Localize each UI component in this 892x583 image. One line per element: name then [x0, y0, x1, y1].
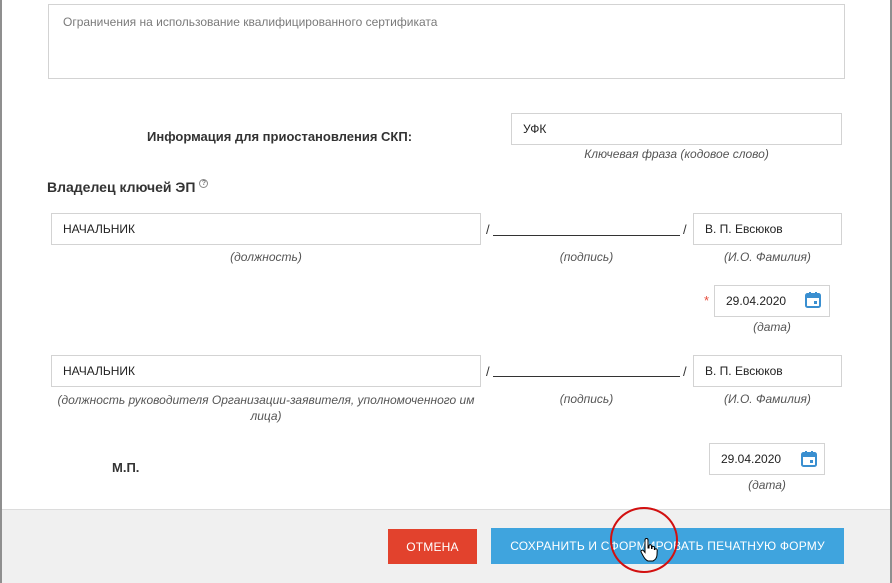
restrictions-placeholder: Ограничения на использование квалифициро… — [63, 15, 438, 29]
window-border-left — [0, 0, 2, 583]
owner-position-input[interactable]: НАЧАЛЬНИК — [51, 213, 481, 245]
keyword-phrase-input[interactable]: УФК — [511, 113, 842, 145]
owner-slash-right: / — [683, 222, 687, 237]
owner-signature-caption: (подпись) — [559, 250, 614, 264]
head-slash-right: / — [683, 364, 687, 379]
head-name-input[interactable]: В. П. Евсюков — [693, 355, 842, 387]
owner-signature-line — [493, 235, 680, 236]
key-owner-heading: Владелец ключей ЭП? — [47, 179, 209, 195]
restrictions-textarea[interactable]: Ограничения на использование квалифициро… — [48, 4, 845, 79]
owner-name-value: В. П. Евсюков — [705, 222, 783, 236]
head-position-caption: (должность руководителя Организации-заяв… — [57, 393, 475, 423]
owner-date-value: 29.04.2020 — [726, 294, 787, 308]
head-signature-line — [493, 376, 680, 377]
owner-position-caption: (должность) — [230, 250, 302, 264]
required-marker: * — [704, 293, 710, 308]
suspension-info-label: Информация для приостановления СКП: — [147, 129, 413, 144]
head-position-input[interactable]: НАЧАЛЬНИК — [51, 355, 481, 387]
keyword-phrase-caption: Ключевая фраза (кодовое слово) — [584, 147, 769, 161]
head-slash-left: / — [486, 364, 490, 379]
head-name-value: В. П. Евсюков — [705, 364, 783, 378]
calendar-icon[interactable] — [800, 450, 818, 468]
keyword-phrase-value: УФК — [523, 122, 547, 136]
head-signature-caption: (подпись) — [559, 392, 614, 406]
stamp-label: М.П. — [112, 460, 140, 475]
owner-position-value: НАЧАЛЬНИК — [63, 222, 136, 236]
owner-slash-left: / — [486, 222, 490, 237]
cancel-button[interactable]: ОТМЕНА — [388, 529, 477, 564]
head-name-caption: (И.О. Фамилия) — [724, 392, 811, 406]
owner-name-input[interactable]: В. П. Евсюков — [693, 213, 842, 245]
head-position-value: НАЧАЛЬНИК — [63, 364, 136, 378]
stamp-date-caption: (дата) — [748, 478, 786, 492]
owner-name-caption: (И.О. Фамилия) — [724, 250, 811, 264]
key-owner-heading-text: Владелец ключей ЭП — [47, 179, 196, 195]
calendar-icon[interactable] — [804, 291, 822, 309]
help-icon[interactable]: ? — [199, 179, 209, 188]
hand-cursor-icon — [640, 538, 658, 562]
stamp-date-value: 29.04.2020 — [721, 452, 782, 466]
owner-date-caption: (дата) — [753, 320, 791, 334]
